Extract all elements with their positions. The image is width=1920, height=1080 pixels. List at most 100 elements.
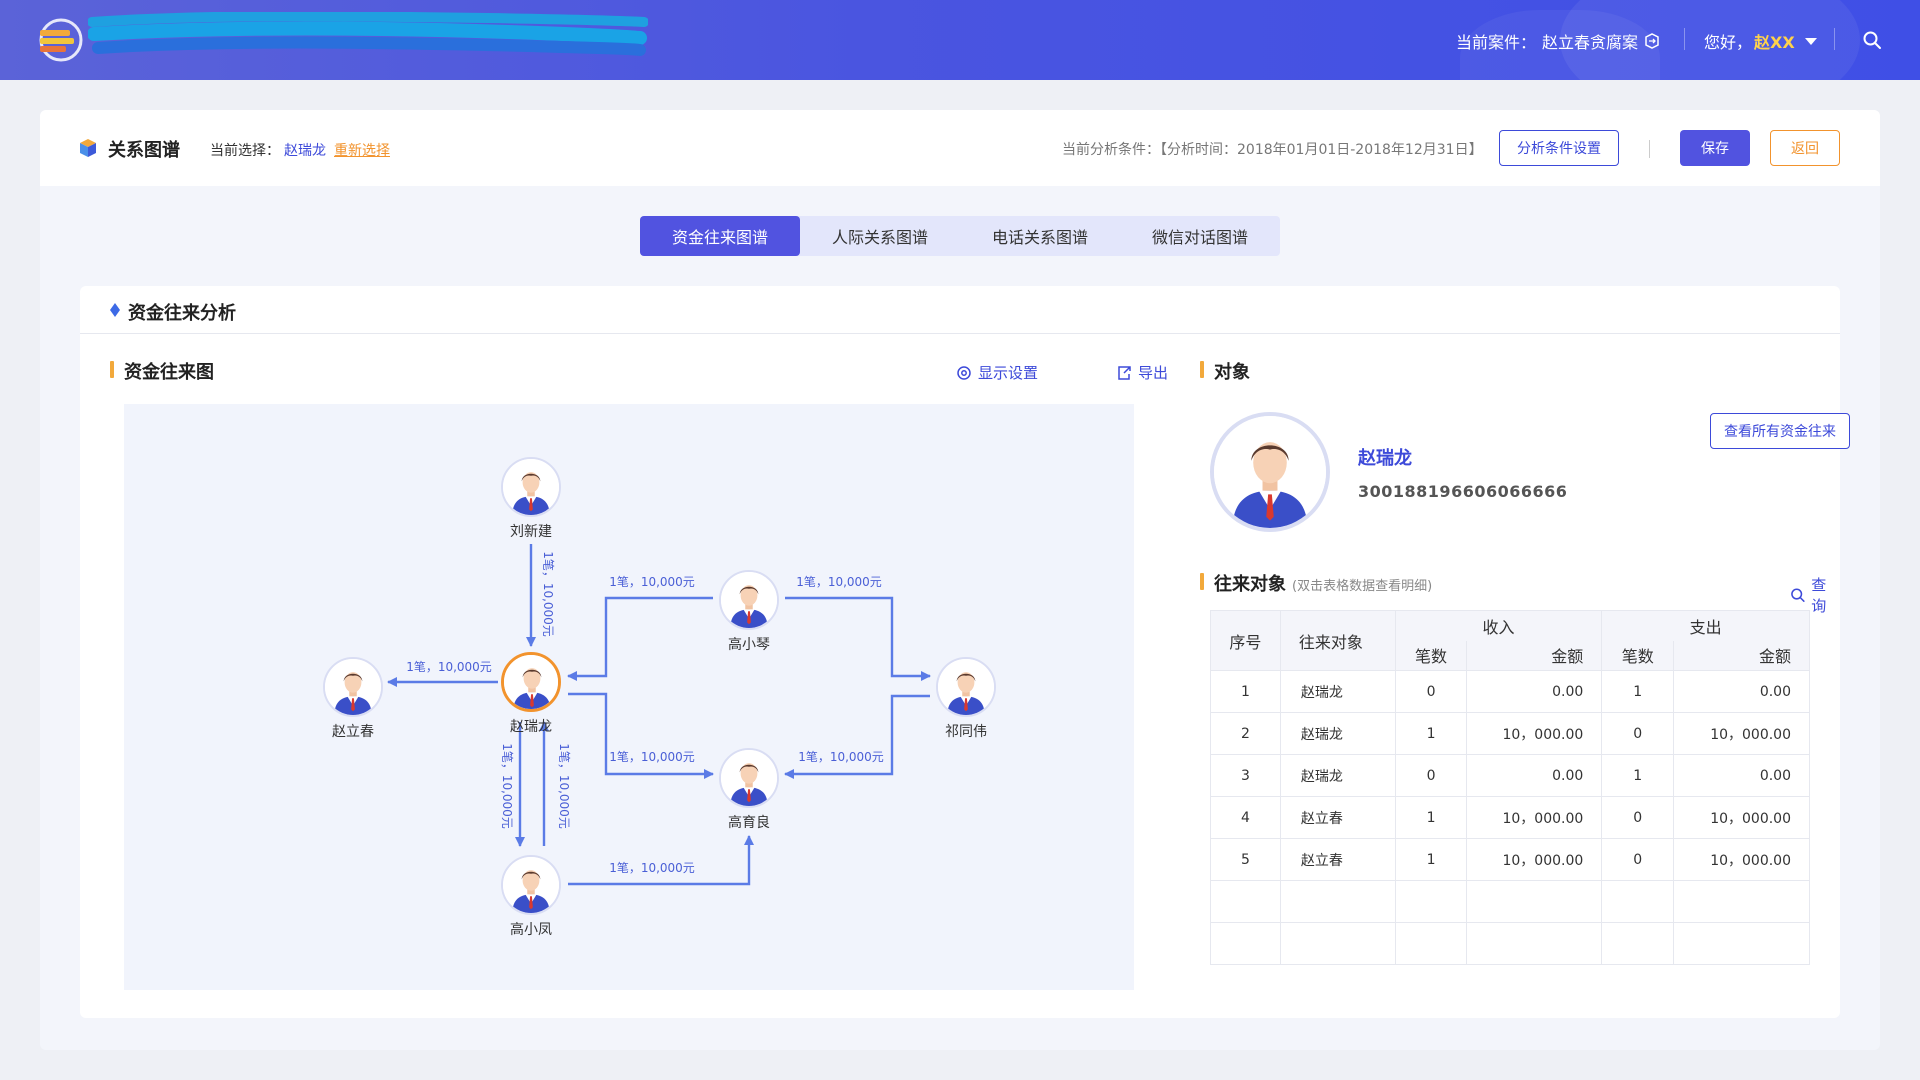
tab-wechat-dialog[interactable]: 微信对话图谱 bbox=[1120, 216, 1280, 256]
cell-out-count: 0 bbox=[1601, 838, 1675, 881]
graph-node-qitongwei[interactable] bbox=[936, 657, 996, 717]
cell-name: 赵瑞龙 bbox=[1279, 712, 1396, 755]
graph-node-label: 高小凤 bbox=[510, 922, 552, 938]
tab-fund-flow[interactable]: 资金往来图谱 bbox=[640, 216, 800, 256]
search-icon[interactable] bbox=[1862, 30, 1882, 50]
graph-node-gaoxiaofeng[interactable] bbox=[501, 855, 561, 915]
header-divider bbox=[1684, 28, 1685, 50]
flow-edge-label: 1笔，10,000元 bbox=[557, 743, 572, 829]
col-income-amount: 金额 bbox=[1466, 640, 1603, 671]
table-row[interactable]: 3 赵瑞龙 0 0.00 1 0.00 bbox=[1210, 754, 1810, 797]
person-icon bbox=[325, 659, 381, 715]
flow-edge-label: 1笔，10,000元 bbox=[798, 749, 884, 764]
graph-node-zhaoruilong[interactable] bbox=[501, 652, 561, 712]
table-row-empty bbox=[1210, 922, 1810, 965]
cell-out-amount: 0.00 bbox=[1673, 670, 1810, 713]
col-counterparty: 往来对象 bbox=[1279, 610, 1396, 671]
cell-out-count: 1 bbox=[1601, 670, 1675, 713]
cell-in-count: 1 bbox=[1394, 712, 1468, 755]
switch-case-icon[interactable] bbox=[1644, 33, 1660, 49]
cell-in-amount: 10，000.00 bbox=[1466, 796, 1603, 839]
query-label: 查询 bbox=[1811, 576, 1827, 615]
tab-personal-relations[interactable]: 人际关系图谱 bbox=[800, 216, 960, 256]
cell-out-count: 0 bbox=[1601, 712, 1675, 755]
col-expense-amount: 金额 bbox=[1673, 640, 1810, 671]
export-label: 导出 bbox=[1138, 364, 1169, 382]
graph-section-title: 资金往来图 bbox=[110, 358, 214, 384]
tab-phone-relations[interactable]: 电话关系图谱 bbox=[960, 216, 1120, 256]
object-section-title: 对象 bbox=[1200, 358, 1250, 384]
cell-out-amount: 0.00 bbox=[1673, 754, 1810, 797]
back-button[interactable]: 返回 bbox=[1770, 130, 1840, 166]
cell-name bbox=[1279, 922, 1396, 965]
graph-tabs: 资金往来图谱 人际关系图谱 电话关系图谱 微信对话图谱 bbox=[640, 216, 1280, 256]
cell-index: 1 bbox=[1210, 670, 1281, 713]
diamond-icon bbox=[110, 303, 120, 317]
page-toolbar: 关系图谱 当前选择： 赵瑞龙 重新选择 当前分析条件：【分析时间：2018年01月0… bbox=[40, 110, 1880, 186]
cell-in-amount: 0.00 bbox=[1466, 754, 1603, 797]
table-row-empty bbox=[1210, 880, 1810, 923]
flow-edge-label: 1笔，10,000元 bbox=[541, 551, 556, 637]
flow-edge-label: 1笔，10,000元 bbox=[609, 574, 695, 589]
cell-name: 赵瑞龙 bbox=[1279, 754, 1396, 797]
graph-node-label: 赵瑞龙 bbox=[510, 719, 552, 735]
cell-out-amount bbox=[1673, 922, 1810, 965]
redaction-scribble bbox=[88, 12, 648, 56]
flow-edge-label: 1笔，10,000元 bbox=[406, 659, 492, 674]
cell-out-amount: 10，000.00 bbox=[1673, 712, 1810, 755]
table-row[interactable]: 4 赵立春 1 10，000.00 0 10，000.00 bbox=[1210, 796, 1810, 839]
display-settings-button[interactable]: 显示设置 bbox=[956, 362, 1038, 383]
view-all-flows-button[interactable]: 查看所有资金往来 bbox=[1710, 413, 1850, 449]
chevron-down-icon bbox=[1804, 37, 1817, 45]
object-name: 赵瑞龙 bbox=[1358, 448, 1412, 469]
col-index: 序号 bbox=[1210, 610, 1281, 671]
current-selection: 当前选择： 赵瑞龙 重新选择 bbox=[210, 140, 390, 160]
cell-in-amount bbox=[1466, 880, 1603, 923]
selection-value: 赵瑞龙 bbox=[284, 143, 326, 159]
graph-node-liuxinjian[interactable] bbox=[501, 457, 561, 517]
graph-node-label: 赵立春 bbox=[332, 724, 374, 740]
cell-index: 3 bbox=[1210, 754, 1281, 797]
username: 赵XX bbox=[1754, 33, 1795, 52]
person-icon bbox=[938, 659, 994, 715]
cell-in-count: 1 bbox=[1394, 838, 1468, 881]
person-icon bbox=[503, 857, 559, 913]
table-row[interactable]: 1 赵瑞龙 0 0.00 1 0.00 bbox=[1210, 670, 1810, 713]
cube-icon bbox=[80, 139, 96, 157]
counterparty-hint: (双击表格数据查看明细) bbox=[1292, 579, 1433, 594]
cell-out-amount: 10，000.00 bbox=[1673, 796, 1810, 839]
table-row[interactable]: 2 赵瑞龙 1 10，000.00 0 10，000.00 bbox=[1210, 712, 1810, 755]
cell-out-count bbox=[1601, 922, 1675, 965]
case-name: 赵立春贪腐案 bbox=[1542, 33, 1639, 52]
condition-settings-button[interactable]: 分析条件设置 bbox=[1499, 130, 1619, 166]
export-button[interactable]: 导出 bbox=[1116, 362, 1168, 383]
graph-node-gaoxiaoqin[interactable] bbox=[719, 570, 779, 630]
cell-name: 赵瑞龙 bbox=[1279, 670, 1396, 713]
cell-in-count: 0 bbox=[1394, 754, 1468, 797]
panel-title: 资金往来分析 bbox=[128, 303, 236, 324]
greeting-text: 您好， bbox=[1704, 33, 1753, 52]
cell-index: 5 bbox=[1210, 838, 1281, 881]
table-row[interactable]: 5 赵立春 1 10，000.00 0 10，000.00 bbox=[1210, 838, 1810, 881]
graph-node-gaoyuliang[interactable] bbox=[719, 748, 779, 808]
cell-in-amount: 0.00 bbox=[1466, 670, 1603, 713]
col-expense: 支出 bbox=[1601, 610, 1810, 641]
person-icon bbox=[504, 655, 558, 709]
user-menu[interactable]: 您好， 赵XX bbox=[1704, 29, 1817, 53]
save-button[interactable]: 保存 bbox=[1680, 130, 1750, 166]
cell-in-count: 1 bbox=[1394, 796, 1468, 839]
graph-title: 资金往来图 bbox=[124, 362, 214, 383]
app-logo-icon bbox=[39, 18, 83, 62]
cell-name: 赵立春 bbox=[1279, 796, 1396, 839]
graph-node-zhaolichun[interactable] bbox=[323, 657, 383, 717]
flow-edge-label: 1笔，10,000元 bbox=[609, 860, 695, 875]
person-icon bbox=[503, 459, 559, 515]
cell-in-count: 0 bbox=[1394, 670, 1468, 713]
flow-edge-label: 1笔，10,000元 bbox=[500, 743, 515, 829]
page-title: 关系图谱 bbox=[108, 140, 180, 161]
counterparty-title: 往来对象 bbox=[1214, 574, 1286, 595]
cell-in-count bbox=[1394, 922, 1468, 965]
flow-edge-label: 1笔，10,000元 bbox=[796, 574, 882, 589]
cell-in-amount: 10，000.00 bbox=[1466, 838, 1603, 881]
reselect-link[interactable]: 重新选择 bbox=[334, 143, 390, 159]
